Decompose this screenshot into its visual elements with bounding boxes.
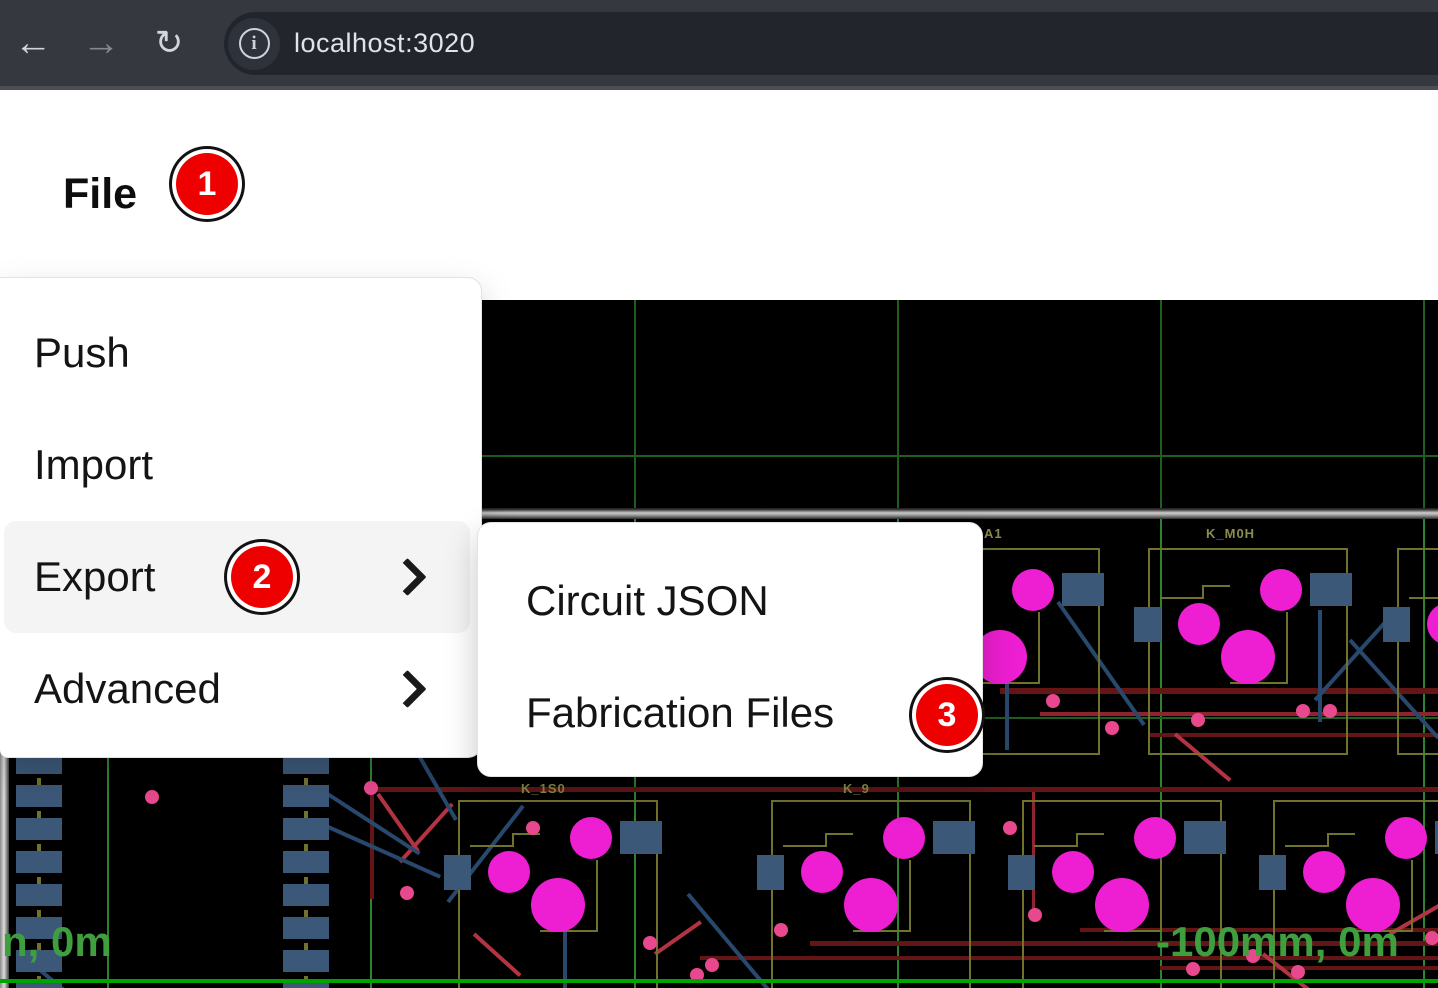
component-label: K_9 — [843, 781, 870, 796]
submenu-item-circuit-json[interactable]: Circuit JSON — [478, 545, 982, 657]
pcb-hole — [1012, 569, 1054, 611]
coordinate-label-right: -100mm, 0m — [1156, 918, 1399, 966]
pcb-pad — [283, 950, 329, 972]
pcb-hole — [1385, 817, 1427, 859]
footprint-outline — [1397, 548, 1438, 755]
pcb-via — [526, 821, 540, 835]
file-menu-button[interactable]: File — [63, 170, 137, 219]
annotation-badge-3: 3 — [916, 684, 978, 746]
pcb-via — [774, 923, 788, 937]
chevron-right-icon — [388, 558, 426, 596]
menu-item-import[interactable]: Import — [0, 409, 481, 521]
pcb-trace — [654, 920, 702, 955]
pcb-via — [1291, 965, 1305, 979]
pcb-pad — [1310, 573, 1352, 606]
pcb-via — [1105, 721, 1119, 735]
info-icon: i — [239, 28, 270, 59]
back-icon[interactable]: ← — [6, 22, 60, 65]
address-bar[interactable]: i localhost:3020 — [224, 12, 1438, 75]
pcb-hole — [1052, 851, 1094, 893]
pcb-hole — [1178, 603, 1220, 645]
submenu-item-fabrication-files[interactable]: Fabrication Files — [478, 657, 982, 769]
site-info-button[interactable]: i — [228, 18, 280, 70]
pcb-pad — [283, 884, 329, 906]
menu-item-label: Export — [34, 553, 155, 601]
pcb-via — [145, 790, 159, 804]
pcb-via — [1296, 704, 1310, 718]
menu-item-label: Push — [34, 329, 130, 377]
menu-item-label: Import — [34, 441, 153, 489]
menu-item-advanced[interactable]: Advanced — [0, 633, 481, 745]
pcb-pad — [16, 851, 62, 873]
pcb-hole — [1303, 851, 1345, 893]
pcb-pad — [283, 983, 329, 988]
pcb-pad — [1008, 855, 1035, 890]
pcb-hole — [570, 817, 612, 859]
coordinate-label-left: n, 0m — [2, 918, 112, 966]
pcb-pad — [16, 785, 62, 807]
pcb-pad — [16, 818, 62, 840]
pcb-pad — [16, 983, 62, 988]
pcb-pad — [1062, 573, 1104, 606]
pcb-via — [400, 886, 414, 900]
pcb-pad — [283, 917, 329, 939]
annotation-badge-1: 1 — [176, 153, 238, 215]
url-text: localhost:3020 — [294, 28, 475, 59]
pcb-pad — [1184, 821, 1226, 854]
pcb-pad — [1259, 855, 1286, 890]
pcb-via — [364, 781, 378, 795]
component-label: K_M0H — [1206, 526, 1255, 541]
export-submenu: Circuit JSON Fabrication Files — [477, 522, 983, 777]
pcb-pad — [283, 785, 329, 807]
pcb-hole — [801, 851, 843, 893]
pcb-pad — [933, 821, 975, 854]
reload-icon[interactable]: ↻ — [142, 23, 196, 63]
annotation-badge-2: 2 — [231, 546, 293, 608]
screen: ← → ↻ i localhost:3020 K_1S0 K_9 A1 K_M0H n,… — [0, 0, 1438, 988]
pcb-pad — [444, 855, 471, 890]
submenu-item-label: Fabrication Files — [526, 689, 834, 737]
pcb-pad — [620, 821, 662, 854]
forward-icon[interactable]: → — [74, 22, 128, 65]
pcb-via — [1046, 694, 1060, 708]
pcb-hole — [1134, 817, 1176, 859]
submenu-item-label: Circuit JSON — [526, 577, 769, 625]
pcb-hole — [1221, 630, 1275, 684]
pcb-via — [1323, 704, 1337, 718]
pcb-pad — [1383, 607, 1410, 642]
pcb-hole — [1095, 878, 1149, 932]
grid-baseline — [0, 979, 1438, 983]
pcb-hole — [883, 817, 925, 859]
browser-toolbar: ← → ↻ i localhost:3020 — [0, 0, 1438, 90]
pcb-via — [1003, 821, 1017, 835]
pcb-via — [643, 936, 657, 950]
pcb-pad — [283, 851, 329, 873]
component-label: K_1S0 — [521, 781, 566, 796]
pcb-hole — [488, 851, 530, 893]
pcb-via — [705, 958, 719, 972]
pcb-hole — [531, 878, 585, 932]
pcb-via — [1425, 931, 1438, 945]
pcb-hole — [1260, 569, 1302, 611]
menu-item-label: Advanced — [34, 665, 221, 713]
chevron-right-icon — [388, 670, 426, 708]
pcb-pad — [283, 818, 329, 840]
pcb-pad — [16, 884, 62, 906]
pcb-via — [1191, 713, 1205, 727]
menu-item-push[interactable]: Push — [0, 297, 481, 409]
pcb-via — [1028, 908, 1042, 922]
pcb-pad — [1134, 607, 1161, 642]
pcb-hole — [844, 878, 898, 932]
pcb-pad — [757, 855, 784, 890]
component-label: A1 — [984, 526, 1003, 541]
file-dropdown-menu: Push Import Export Advanced — [0, 277, 482, 758]
